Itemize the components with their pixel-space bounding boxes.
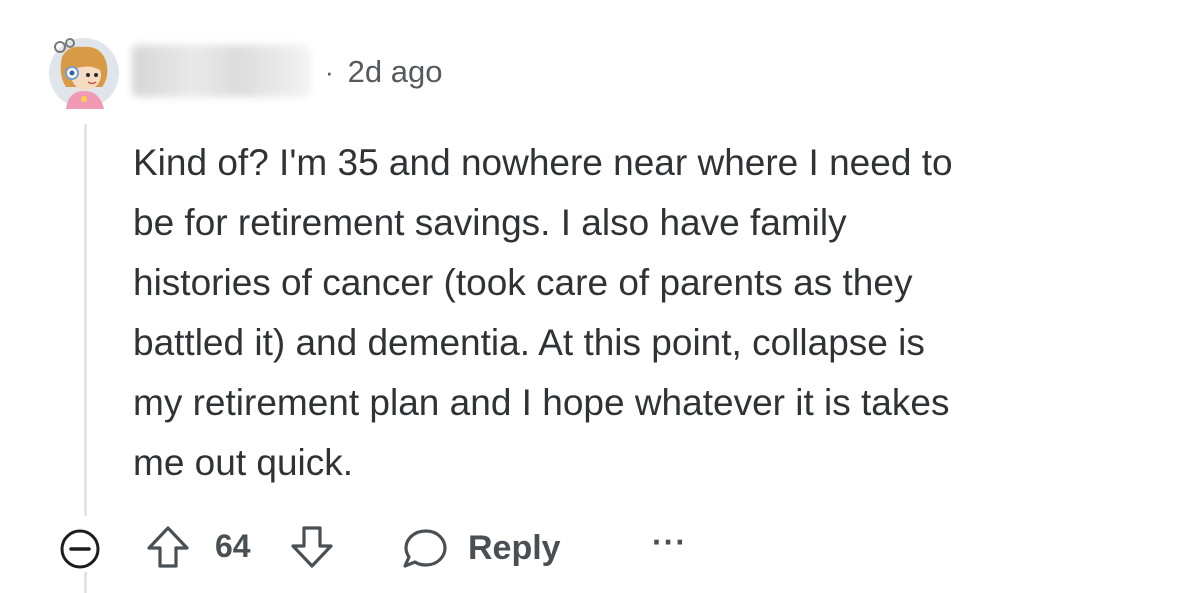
speech-bubble-icon bbox=[403, 529, 447, 568]
collapse-button[interactable] bbox=[59, 528, 101, 570]
comment-meta: · 2d ago bbox=[325, 52, 443, 92]
comment-line: be for retirement savings. I also have f… bbox=[133, 202, 847, 243]
reply-button[interactable]: Reply bbox=[400, 524, 561, 572]
collapse-minus-icon bbox=[60, 529, 100, 569]
avatar-image bbox=[49, 38, 119, 109]
user-avatar[interactable] bbox=[48, 37, 120, 109]
meta-separator: · bbox=[325, 56, 334, 87]
reply-label: Reply bbox=[468, 528, 561, 567]
comment-line: battled it) and dementia. At this point,… bbox=[133, 322, 925, 363]
comment-line: Kind of? I'm 35 and nowhere near where I… bbox=[133, 142, 953, 183]
comment-line: my retirement plan and I hope whatever i… bbox=[133, 382, 950, 423]
username-blurred[interactable] bbox=[132, 45, 310, 97]
upvote-button[interactable] bbox=[144, 523, 192, 571]
upvote-arrow-icon bbox=[147, 526, 189, 568]
comment-line: histories of cancer (took care of parent… bbox=[133, 262, 913, 303]
downvote-button[interactable] bbox=[288, 523, 336, 571]
comment-actions-bar: 64 Reply ··· bbox=[0, 520, 1179, 576]
thread-line[interactable] bbox=[84, 124, 87, 516]
downvote-arrow-icon bbox=[291, 526, 333, 568]
more-options-button[interactable]: ··· bbox=[652, 524, 687, 561]
vote-count: 64 bbox=[215, 528, 251, 564]
timestamp[interactable]: 2d ago bbox=[348, 54, 443, 90]
comment-body: Kind of? I'm 35 and nowhere near where I… bbox=[133, 133, 1133, 493]
comment-line: me out quick. bbox=[133, 442, 354, 483]
